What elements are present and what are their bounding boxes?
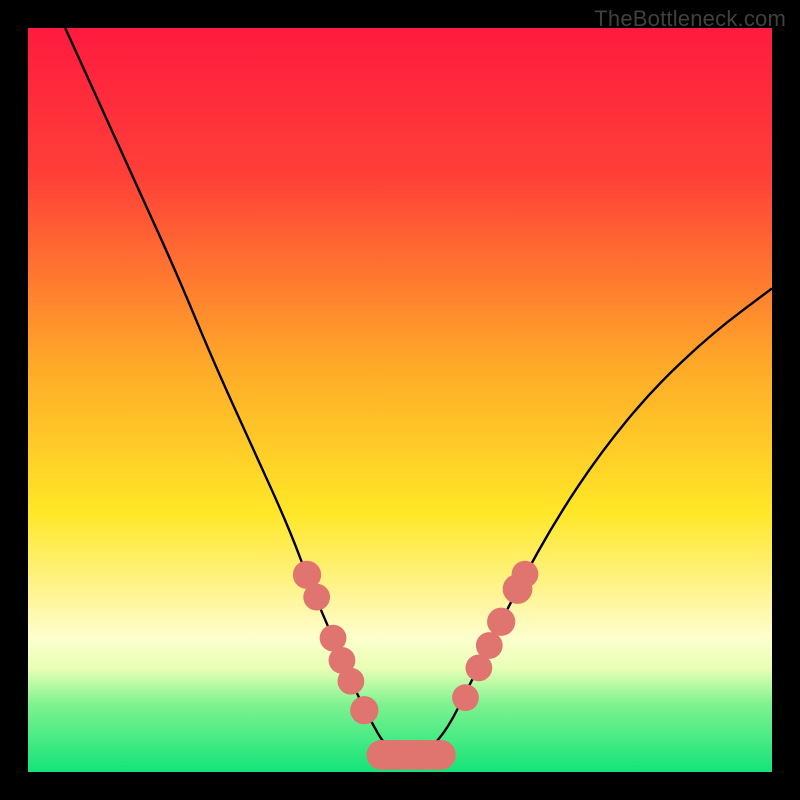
marker-dot: [303, 584, 330, 611]
marker-dot: [476, 632, 503, 659]
marker-dot: [350, 696, 378, 724]
plot-area: [28, 28, 772, 772]
gradient-background: [28, 28, 772, 772]
marker-dot: [338, 668, 365, 695]
marker-dot: [426, 740, 456, 770]
chart-frame: TheBottleneck.com: [0, 0, 800, 800]
marker-dot: [512, 561, 539, 588]
marker-dot: [452, 684, 479, 711]
watermark-text: TheBottleneck.com: [594, 6, 786, 32]
chart-svg: [28, 28, 772, 772]
marker-dot: [487, 608, 515, 636]
